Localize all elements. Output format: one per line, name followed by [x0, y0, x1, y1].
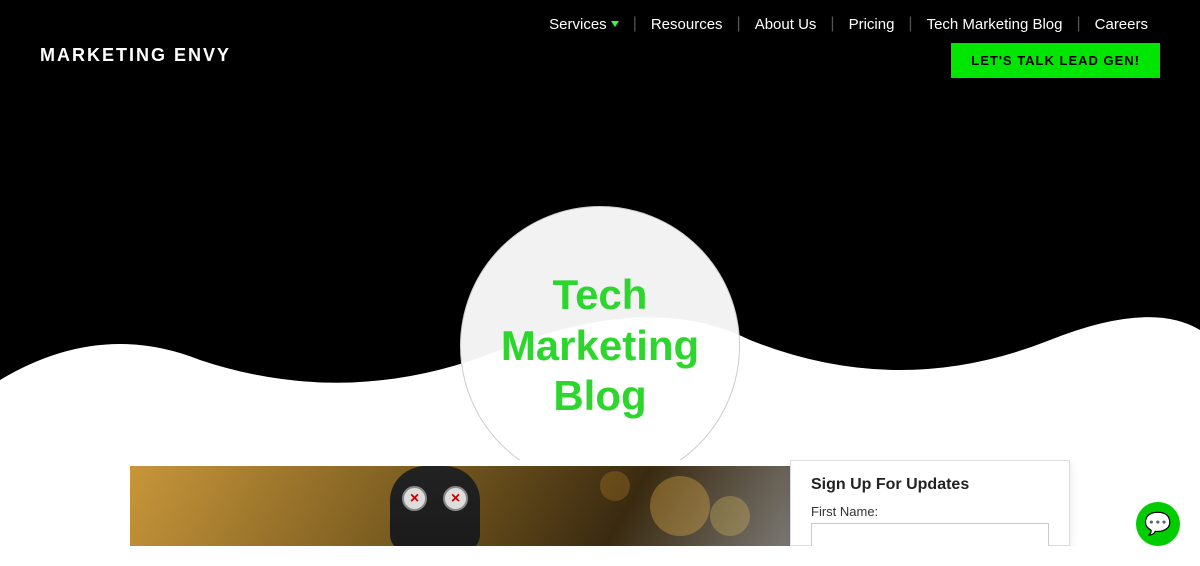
bottom-section: × × Sign Up For Updates First Name:: [0, 460, 1200, 546]
nav-link-blog[interactable]: Tech Marketing Blog: [915, 16, 1075, 33]
nav-link-resources[interactable]: Resources: [639, 16, 735, 33]
nav-link-careers[interactable]: Careers: [1083, 16, 1160, 33]
hero-title: Tech Marketing Blog: [461, 270, 739, 421]
nav-item-blog[interactable]: Tech Marketing Blog: [915, 16, 1075, 33]
nav-item-about[interactable]: About Us: [743, 16, 829, 33]
nav-link-services[interactable]: Services: [537, 16, 631, 33]
main-nav: Services | Resources | About Us | Pricin…: [537, 0, 1160, 78]
nav-link-about[interactable]: About Us: [743, 16, 829, 33]
nav-link-pricing[interactable]: Pricing: [837, 16, 907, 33]
nav-item-resources[interactable]: Resources: [639, 16, 735, 33]
first-name-label: First Name:: [811, 504, 1049, 519]
signup-panel: Sign Up For Updates First Name:: [790, 460, 1070, 546]
nav-separator-3: |: [828, 15, 836, 33]
chat-button[interactable]: 💬: [1136, 502, 1180, 546]
nav-links: Services | Resources | About Us | Pricin…: [537, 15, 1160, 33]
nav-separator-1: |: [631, 15, 639, 33]
nav-separator-4: |: [906, 15, 914, 33]
logo-text: MARKETING ENVY: [40, 45, 231, 66]
nav-item-pricing[interactable]: Pricing: [837, 16, 907, 33]
logo[interactable]: MARKETING ENVY: [40, 15, 231, 95]
hero-circle: Tech Marketing Blog: [460, 206, 740, 460]
cta-button[interactable]: LET'S TALK LEAD GEN!: [951, 43, 1160, 78]
nav-item-careers[interactable]: Careers: [1083, 16, 1160, 33]
chat-icon: 💬: [1144, 511, 1171, 537]
header: MARKETING ENVY Services | Resources | Ab…: [0, 0, 1200, 120]
nav-separator-2: |: [735, 15, 743, 33]
dropdown-arrow-icon: [611, 21, 619, 27]
hero-section: Tech Marketing Blog: [0, 120, 1200, 460]
first-name-input[interactable]: [811, 523, 1049, 546]
blog-image: × ×: [130, 466, 830, 546]
nav-separator-5: |: [1074, 15, 1082, 33]
nav-item-services[interactable]: Services: [537, 16, 631, 33]
signup-title: Sign Up For Updates: [811, 476, 1049, 494]
